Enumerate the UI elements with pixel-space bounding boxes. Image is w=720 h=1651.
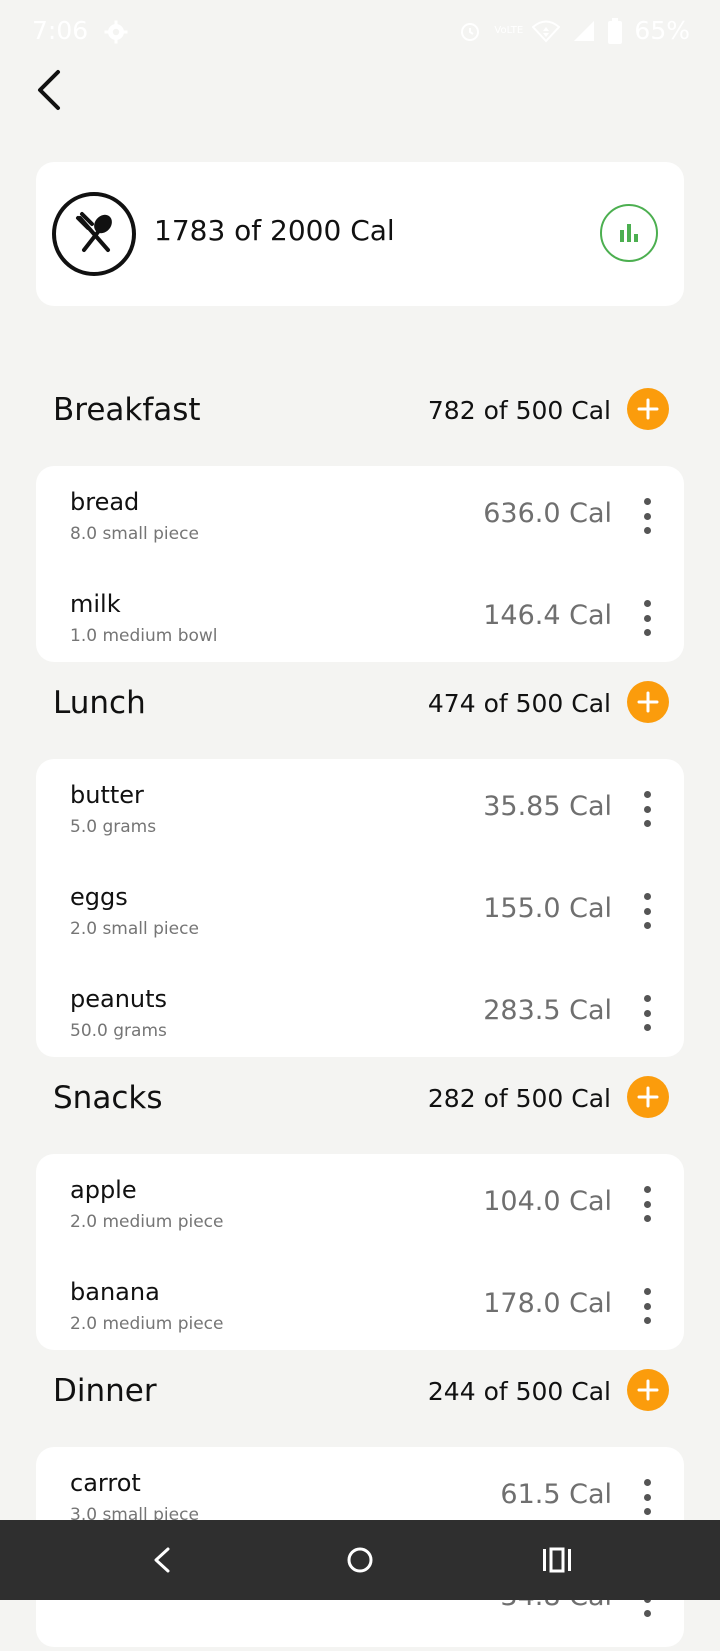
meal-header-dinner: Dinner 244 of 500 Cal [53, 1369, 669, 1413]
food-calories: 283.5 Cal [483, 995, 612, 1026]
meal-card-snacks: apple 2.0 medium piece 104.0 Cal banana … [36, 1154, 684, 1350]
more-vertical-icon[interactable] [636, 600, 658, 636]
signal-icon [574, 20, 595, 41]
meal-calories: 282 of 500 Cal [427, 1084, 611, 1113]
food-calories: 61.5 Cal [500, 1479, 612, 1510]
meal-header-breakfast: Breakfast 782 of 500 Cal [53, 388, 669, 432]
meal-calories: 244 of 500 Cal [427, 1377, 611, 1406]
more-vertical-icon[interactable] [636, 498, 658, 534]
food-row[interactable]: banana 2.0 medium piece 178.0 Cal [36, 1256, 684, 1358]
stats-button[interactable] [600, 204, 658, 262]
settings-gear-icon [104, 20, 128, 44]
food-row[interactable]: butter 5.0 grams 35.85 Cal [36, 759, 684, 861]
meal-card-breakfast: bread 8.0 small piece 636.0 Cal milk 1.0… [36, 466, 684, 662]
food-row[interactable]: milk 1.0 medium bowl 146.4 Cal [36, 568, 684, 670]
alarm-icon [461, 22, 480, 41]
more-vertical-icon[interactable] [636, 893, 658, 929]
add-food-button-lunch[interactable] [627, 681, 669, 723]
food-name: butter [70, 781, 144, 809]
volte-label: VoLTE [494, 24, 524, 36]
meal-name: Dinner [53, 1373, 157, 1409]
food-calories: 35.85 Cal [483, 791, 612, 822]
food-portion: 1.0 medium bowl [70, 626, 218, 646]
more-vertical-icon[interactable] [636, 1479, 658, 1515]
battery-icon [608, 17, 623, 44]
nav-back-icon [154, 1547, 170, 1573]
bar-chart-icon [620, 224, 638, 242]
nav-back-button[interactable] [140, 1538, 184, 1582]
plus-icon [637, 691, 659, 713]
food-name: apple [70, 1176, 137, 1204]
battery-percent: 65% [634, 16, 690, 45]
nav-recents-icon [543, 1547, 571, 1573]
plus-icon [637, 1086, 659, 1108]
meal-name: Breakfast [53, 392, 201, 428]
food-row[interactable]: eggs 2.0 small piece 155.0 Cal [36, 861, 684, 963]
food-portion: 2.0 small piece [70, 919, 199, 939]
food-calories: 178.0 Cal [483, 1288, 612, 1319]
food-name: milk [70, 590, 121, 618]
more-vertical-icon[interactable] [636, 995, 658, 1031]
daily-summary-card: 1783 of 2000 Cal [36, 162, 684, 306]
food-name: bread [70, 488, 140, 516]
plus-icon [637, 398, 659, 420]
food-name: peanuts [70, 985, 168, 1013]
meal-name: Lunch [53, 685, 146, 721]
add-food-button-breakfast[interactable] [627, 388, 669, 430]
nav-recents-button[interactable] [535, 1538, 579, 1582]
wifi-icon [532, 20, 561, 42]
food-row[interactable]: peanuts 50.0 grams 283.5 Cal [36, 963, 684, 1065]
food-portion: 50.0 grams [70, 1021, 167, 1041]
food-row[interactable]: bread 8.0 small piece 636.0 Cal [36, 466, 684, 568]
status-time: 7:06 [32, 16, 89, 45]
food-calories: 636.0 Cal [483, 498, 612, 529]
plus-icon [637, 1379, 659, 1401]
food-portion: 2.0 medium piece [70, 1212, 224, 1232]
back-button[interactable] [30, 64, 70, 114]
system-nav-bar [0, 1520, 720, 1600]
food-portion: 8.0 small piece [70, 524, 199, 544]
food-calories: 146.4 Cal [483, 600, 612, 631]
food-portion: 5.0 grams [70, 817, 157, 837]
add-food-button-dinner[interactable] [627, 1369, 669, 1411]
meal-card-lunch: butter 5.0 grams 35.85 Cal eggs 2.0 smal… [36, 759, 684, 1057]
meal-calories: 782 of 500 Cal [427, 396, 611, 425]
food-name: carrot [70, 1469, 141, 1497]
status-bar: 7:06 VoLTE 65% [0, 0, 720, 62]
food-name: banana [70, 1278, 160, 1306]
status-icons: VoLTE 65% [458, 16, 690, 45]
meal-header-lunch: Lunch 474 of 500 Cal [53, 681, 669, 725]
more-vertical-icon[interactable] [636, 791, 658, 827]
daily-calories-total: 1783 of 2000 Cal [154, 214, 395, 247]
meal-name: Snacks [53, 1080, 163, 1116]
food-row[interactable]: apple 2.0 medium piece 104.0 Cal [36, 1154, 684, 1256]
back-arrow-icon [38, 70, 60, 110]
food-calories: 104.0 Cal [483, 1186, 612, 1217]
meal-calories: 474 of 500 Cal [427, 689, 611, 718]
food-name: eggs [70, 883, 128, 911]
add-food-button-snacks[interactable] [627, 1076, 669, 1118]
fork-spoon-icon [52, 192, 136, 276]
nav-home-button[interactable] [338, 1538, 382, 1582]
food-calories: 155.0 Cal [483, 893, 612, 924]
more-vertical-icon[interactable] [636, 1288, 658, 1324]
food-portion: 2.0 medium piece [70, 1314, 224, 1334]
nav-home-icon [347, 1547, 373, 1573]
more-vertical-icon[interactable] [636, 1186, 658, 1222]
meal-header-snacks: Snacks 282 of 500 Cal [53, 1076, 669, 1120]
